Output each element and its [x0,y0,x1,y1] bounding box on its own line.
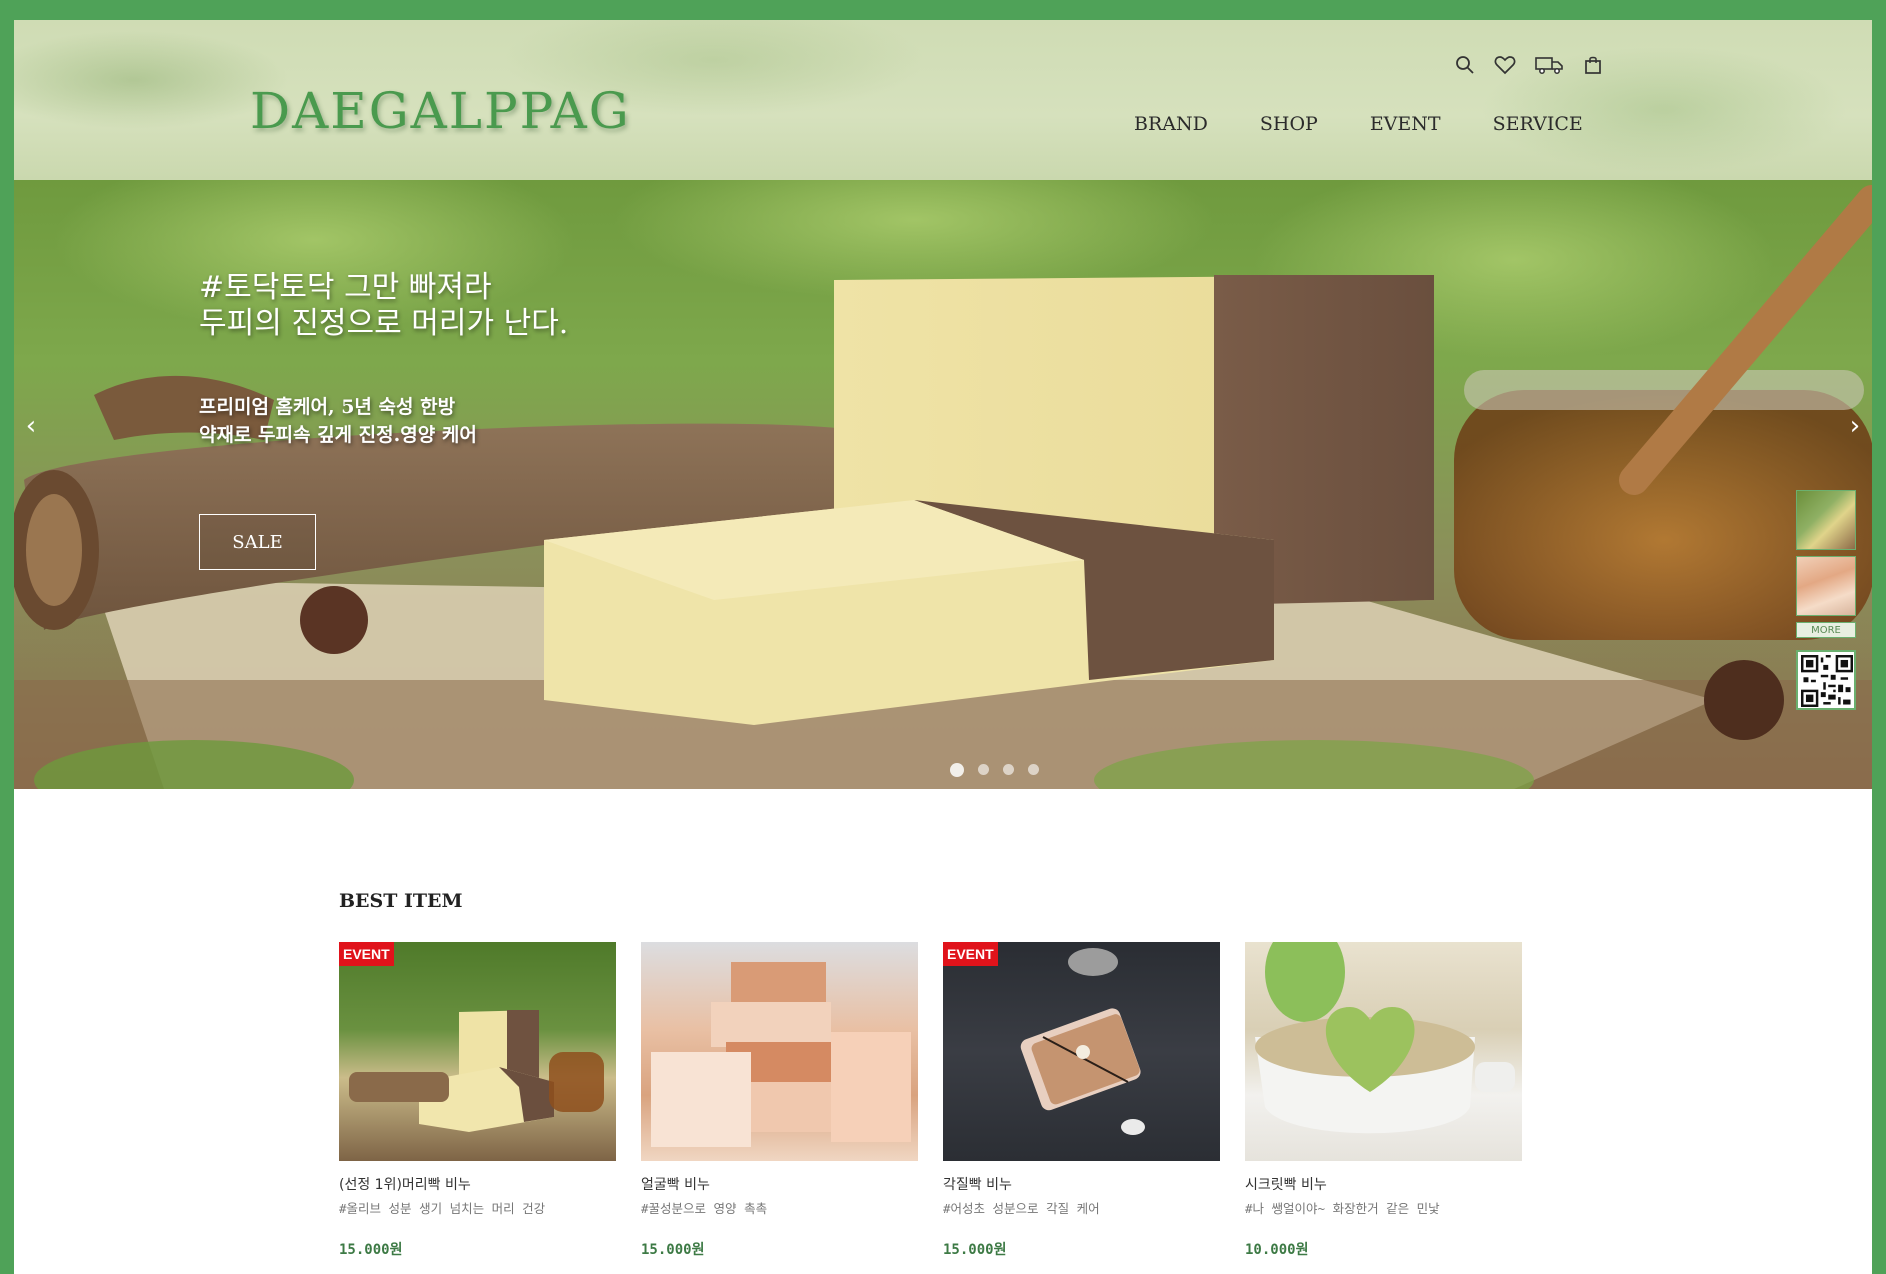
next-slide-arrow-icon[interactable]: › [1840,406,1870,446]
product-card[interactable]: 얼굴빡 비누 #꿀성분으로 영양 촉촉 15.000원 [641,942,918,1259]
product-price: 15.000원 [339,1242,403,1258]
nav-brand[interactable]: BRAND [1134,113,1208,135]
product-desc: #꿀성분으로 영양 촉촉 [641,1201,768,1216]
heart-icon[interactable] [1492,52,1518,78]
product-name[interactable]: (선정 1위)머리빡 비누 [339,1174,616,1194]
bag-icon[interactable] [1580,52,1606,78]
product-image[interactable]: EVENT [943,942,1220,1161]
slide-indicators [950,763,1039,777]
slide-dot-3[interactable] [1003,764,1014,775]
event-badge: EVENT [943,942,998,966]
hero-banner: #토닥토닥 그만 빠져라 두피의 진정으로 머리가 난다. 프리미엄 홈케어, … [14,180,1872,789]
site-header: DAEGALPPAG BRAND SHOP EVENT SERVICE [14,20,1872,180]
product-image[interactable] [641,942,918,1161]
nav-service[interactable]: SERVICE [1493,113,1583,135]
best-item-title: BEST ITEM [339,890,463,912]
nav-event[interactable]: EVENT [1370,113,1441,135]
soap-photo [349,1010,604,1132]
hero-subtitle: 프리미엄 홈케어, 5년 숙성 한방 약재로 두피속 깊게 진정.영양 케어 [199,396,477,446]
qr-code[interactable] [1796,650,1856,710]
soap-photo [1255,942,1515,1134]
soap-photo [651,962,911,1147]
product-name[interactable]: 각질빡 비누 [943,1174,1220,1194]
slide-dot-2[interactable] [978,764,989,775]
recent-item-thumb-2[interactable] [1796,556,1856,616]
truck-icon[interactable] [1532,52,1566,78]
event-badge: EVENT [339,942,394,966]
recent-item-thumb-1[interactable] [1796,490,1856,550]
product-name[interactable]: 시크릿빡 비누 [1245,1174,1522,1194]
product-desc: #올리브 성분 생기 넘치는 머리 건강 [339,1201,546,1216]
hero-title: #토닥토닥 그만 빠져라 두피의 진정으로 머리가 난다. [199,270,569,341]
product-image[interactable] [1245,942,1522,1161]
quick-panel: MORE [1796,490,1856,710]
nav-shop[interactable]: SHOP [1260,113,1318,135]
prev-slide-arrow-icon[interactable]: ‹ [16,406,46,446]
product-name[interactable]: 얼굴빡 비누 [641,1174,918,1194]
site-logo[interactable]: DAEGALPPAG [250,82,631,140]
product-card[interactable]: 시크릿빡 비누 #나 쌩얼이야~ 화장한거 같은 민낯 10.000원 [1245,942,1522,1259]
product-price: 15.000원 [943,1242,1007,1258]
more-button[interactable]: MORE [1796,622,1856,638]
search-icon[interactable] [1452,52,1478,78]
slide-dot-1[interactable] [950,763,964,777]
slide-dot-4[interactable] [1028,764,1039,775]
main-nav: BRAND SHOP EVENT SERVICE [1134,113,1583,135]
product-list: EVENT (선정 1위)머리빡 비누 #올리브 성분 생기 넘치는 머리 건강… [339,942,1522,1259]
product-card[interactable]: EVENT (선정 1위)머리빡 비누 #올리브 성분 생기 넘치는 머리 건강… [339,942,616,1259]
product-image[interactable]: EVENT [339,942,616,1161]
product-card[interactable]: EVENT 각질빡 비누 #어성초 성분으로 각질 케어 15.000원 [943,942,1220,1259]
utility-icons [1452,52,1606,78]
sale-button[interactable]: SALE [199,514,316,570]
soap-photo [1020,948,1145,1135]
product-price: 15.000원 [641,1242,705,1258]
page-frame: DAEGALPPAG BRAND SHOP EVENT SERVICE #토닥토… [14,20,1872,1274]
product-desc: #나 쌩얼이야~ 화장한거 같은 민낯 [1245,1201,1440,1216]
product-price: 10.000원 [1245,1242,1309,1258]
product-desc: #어성초 성분으로 각질 케어 [943,1201,1100,1216]
